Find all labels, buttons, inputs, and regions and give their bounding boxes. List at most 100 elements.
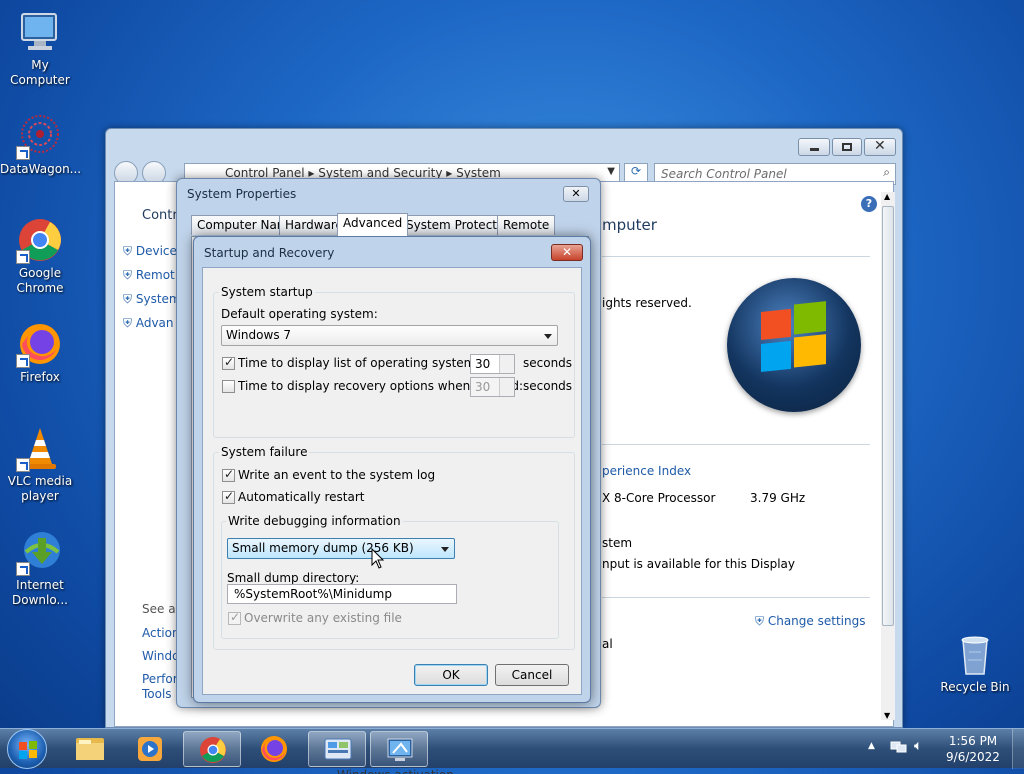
- left-link-advanced-settings[interactable]: ⛨ Advan: [123, 316, 174, 331]
- pen-touch-value: nput is available for this Display: [602, 557, 795, 571]
- help-icon[interactable]: ?: [861, 196, 877, 212]
- control-panel-icon: [324, 738, 352, 760]
- change-settings-link[interactable]: ⛨ Change settings: [755, 614, 865, 629]
- desktop-icon-label: VLC media player: [7, 474, 73, 503]
- windows-logo: [727, 278, 861, 412]
- desktop-icon-label: Internet Downlo...: [12, 578, 68, 607]
- group-label-debug-info: Write debugging information: [226, 514, 403, 528]
- taskbar-media-player[interactable]: [121, 731, 179, 767]
- desktop-icon-label: Recycle Bin: [940, 680, 1010, 694]
- close-button[interactable]: ✕: [864, 138, 896, 156]
- chrome-icon: [200, 737, 226, 763]
- shortcut-arrow-icon: [16, 146, 30, 160]
- firefox-icon: [16, 320, 64, 368]
- internet-download-manager-icon: [16, 528, 64, 576]
- desktop-icon-label: Firefox: [20, 370, 60, 384]
- desktop-icon-label: Google Chrome: [16, 266, 64, 295]
- taskbar-control-panel[interactable]: [308, 731, 366, 767]
- left-link-remote-settings[interactable]: ⛨ Remot: [123, 268, 175, 283]
- vlc-cone-icon: [16, 424, 64, 472]
- desktop-icon-recycle-bin[interactable]: Recycle Bin: [935, 630, 1015, 695]
- divider: [602, 256, 870, 257]
- close-button[interactable]: ✕: [551, 244, 583, 261]
- page-title: mputer: [602, 216, 657, 234]
- workgroup-partial: al: [602, 637, 613, 651]
- taskbar-explorer[interactable]: [61, 731, 119, 767]
- windows-activation-heading: Windows activation: [337, 768, 454, 774]
- minimize-button[interactable]: [798, 138, 830, 156]
- desktop-icon-firefox[interactable]: Firefox: [0, 320, 80, 385]
- shield-icon: ⛨: [123, 268, 133, 282]
- left-link-device-manager[interactable]: ⛨ Device: [123, 244, 177, 259]
- search-icon: ⌕: [883, 165, 890, 179]
- recovery-options-spinner[interactable]: 30: [470, 377, 515, 397]
- dump-dir-input[interactable]: %SystemRoot%\Minidump: [227, 584, 457, 604]
- spin-up-icon[interactable]: [499, 355, 514, 364]
- startup-recovery-dialog[interactable]: Startup and Recovery ✕ System startup De…: [193, 236, 591, 703]
- clock-time: 1:56 PM: [948, 734, 998, 748]
- computer-icon: [16, 8, 64, 56]
- desktop-icon-idm[interactable]: Internet Downlo...: [0, 528, 80, 608]
- overwrite-checkbox[interactable]: [228, 610, 241, 625]
- dialog-title: Startup and Recovery: [204, 246, 335, 260]
- shield-icon: ⛨: [123, 244, 133, 258]
- display-list-checkbox[interactable]: [222, 355, 235, 370]
- divider: [602, 444, 870, 445]
- shortcut-arrow-icon: [16, 354, 30, 368]
- desktop-icon-vlc[interactable]: VLC media player: [0, 424, 80, 504]
- write-event-checkbox[interactable]: [222, 467, 235, 482]
- spin-up-icon[interactable]: [499, 378, 514, 387]
- default-os-label: Default operating system:: [221, 307, 378, 321]
- scroll-up-icon[interactable]: ▲: [884, 192, 890, 201]
- desktop-icon-label: DataWagon...: [0, 162, 82, 176]
- recycle-bin-icon: [951, 630, 999, 678]
- cancel-button[interactable]: Cancel: [495, 664, 569, 686]
- search-input[interactable]: Search Control Panel: [661, 167, 787, 181]
- show-hidden-icons-button[interactable]: ▲: [868, 741, 875, 751]
- network-icon[interactable]: [890, 739, 908, 755]
- taskbar-system-properties[interactable]: [370, 731, 428, 767]
- dialog-body: System startup Default operating system:…: [202, 267, 582, 695]
- address-dropdown-icon[interactable]: ▼: [607, 166, 615, 177]
- shortcut-arrow-icon: [16, 458, 30, 472]
- processor-speed: 3.79 GHz: [750, 491, 806, 505]
- desktop-icon-datawagon[interactable]: DataWagon...: [0, 112, 82, 177]
- spin-down-icon[interactable]: [499, 387, 514, 396]
- system-type-value: stem: [602, 536, 633, 550]
- show-desktop-button[interactable]: [1012, 729, 1024, 769]
- tab-remote[interactable]: Remote: [497, 215, 556, 235]
- experience-index-link[interactable]: perience Index: [602, 464, 691, 478]
- shortcut-arrow-icon: [16, 250, 30, 264]
- start-button[interactable]: [7, 729, 47, 769]
- close-icon: ✕: [874, 138, 886, 154]
- default-os-select[interactable]: Windows 7: [221, 325, 558, 346]
- vertical-scrollbar[interactable]: ▲ ▼: [881, 192, 895, 720]
- chrome-icon: [16, 216, 64, 264]
- desktop-icon-my-computer[interactable]: My Computer: [0, 8, 80, 88]
- debug-info-select[interactable]: Small memory dump (256 KB): [227, 538, 455, 559]
- scroll-down-icon[interactable]: ▼: [884, 711, 890, 720]
- maximize-button[interactable]: [832, 138, 862, 156]
- spin-down-icon[interactable]: [499, 364, 514, 373]
- taskbar-chrome[interactable]: [183, 731, 241, 767]
- taskbar-firefox[interactable]: [245, 731, 303, 767]
- close-icon: ✕: [561, 245, 573, 259]
- volume-icon[interactable]: 🔈︎: [914, 738, 922, 754]
- desktop-icon-label: My Computer: [10, 58, 70, 87]
- tab-advanced[interactable]: Advanced: [337, 213, 409, 236]
- divider: [602, 597, 870, 598]
- auto-restart-checkbox[interactable]: [222, 489, 235, 504]
- folder-icon: [76, 738, 104, 760]
- close-button[interactable]: ✕: [563, 186, 589, 202]
- display-list-spinner[interactable]: 30: [470, 354, 515, 374]
- mouse-cursor-icon: [371, 547, 385, 573]
- recovery-options-checkbox[interactable]: [222, 380, 235, 393]
- left-link-system-protection[interactable]: ⛨ System: [123, 292, 181, 307]
- minimize-icon: [810, 148, 819, 151]
- ok-button[interactable]: OK: [414, 664, 488, 686]
- scroll-thumb[interactable]: [882, 206, 894, 626]
- clock[interactable]: 1:56 PM 9/6/2022: [940, 733, 1006, 765]
- see-also-action-center[interactable]: Action: [142, 626, 180, 640]
- shortcut-arrow-icon: [16, 562, 30, 576]
- desktop-icon-chrome[interactable]: Google Chrome: [0, 216, 80, 296]
